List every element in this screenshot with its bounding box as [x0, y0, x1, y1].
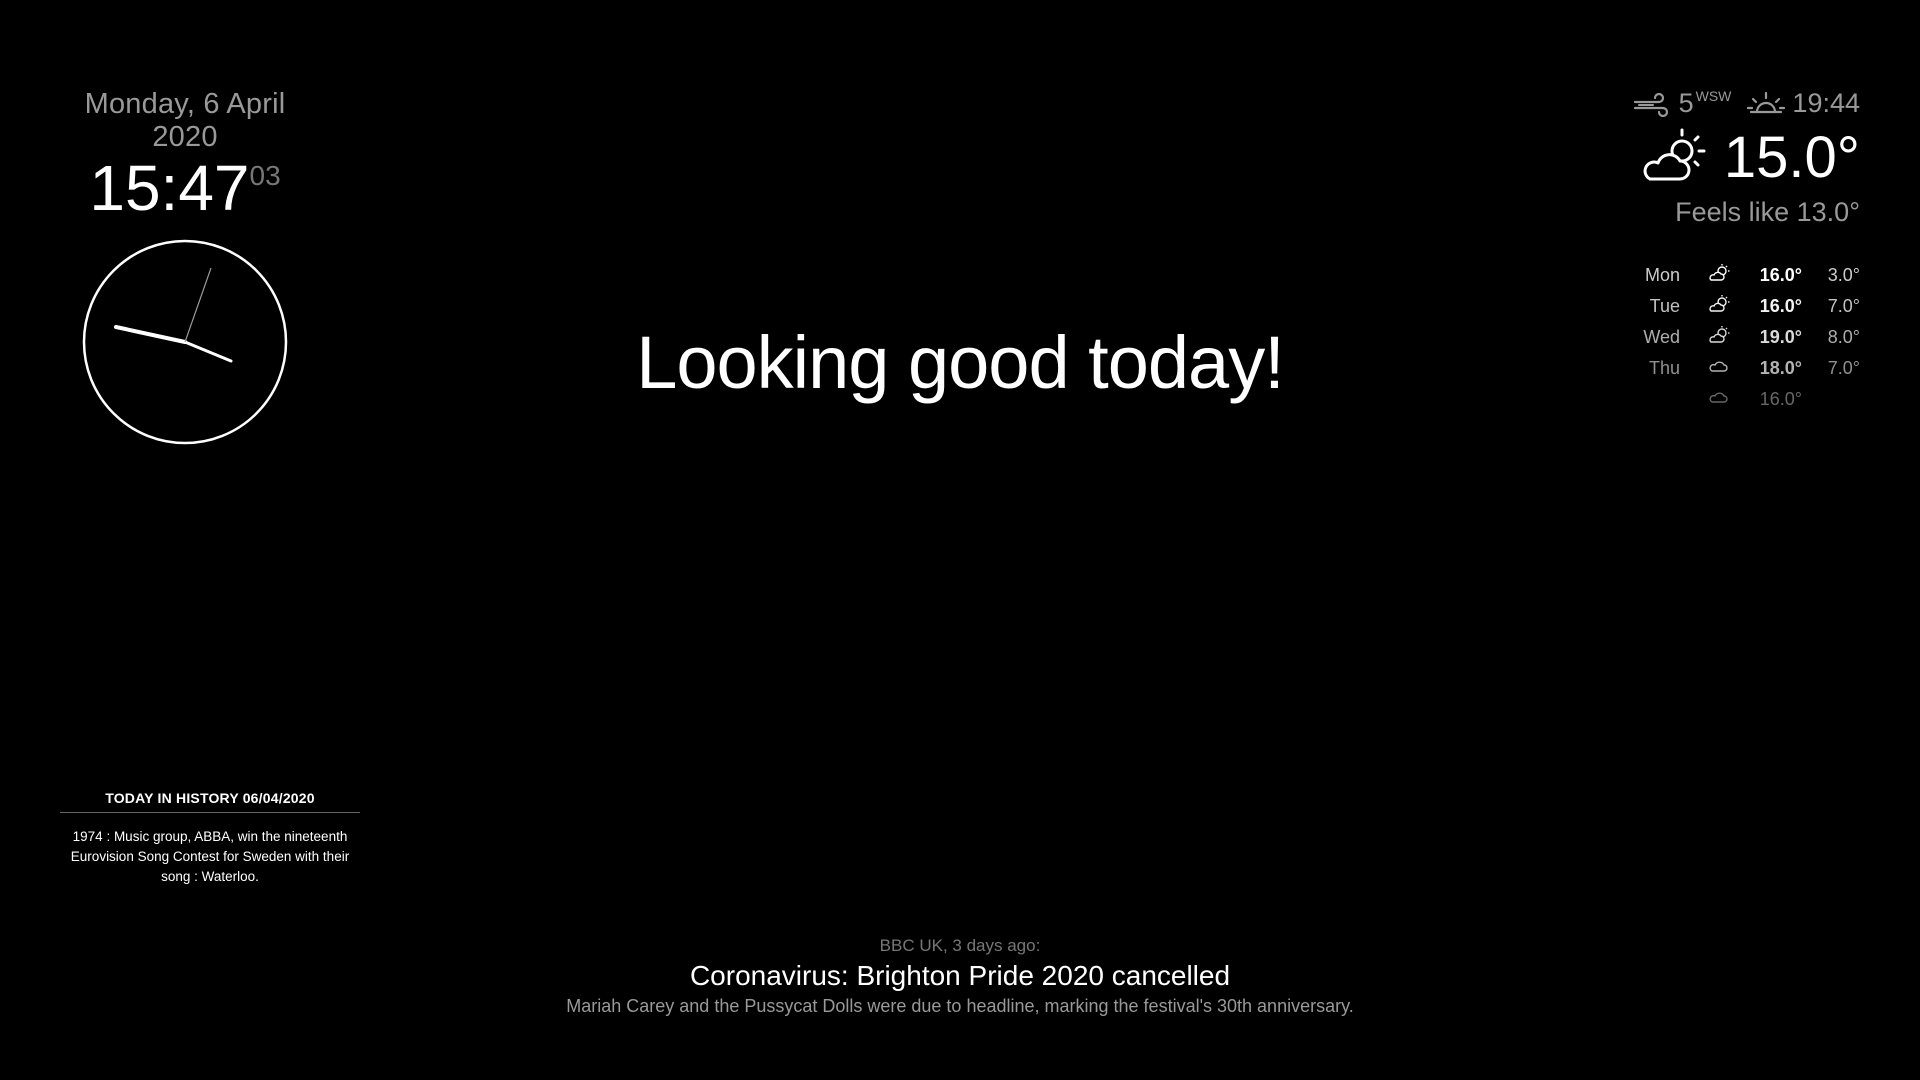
forecast-row: Mon 16.0° 3.0°	[1640, 260, 1860, 291]
current-weather: 5 WSW 19:44 15.0° Feels like 13.0°	[1600, 88, 1860, 228]
partly-cloudy-icon	[1694, 260, 1744, 291]
time-hours-minutes: 15:47	[89, 152, 250, 224]
wind-speed: 5	[1678, 88, 1694, 118]
magic-mirror-screen: Monday, 6 April 2020 15:4703 5 WSW 19:44…	[0, 0, 1920, 1080]
weather-top-row: 5 WSW 19:44	[1600, 88, 1860, 120]
forecast-min: 7.0°	[1827, 296, 1860, 316]
feels-like: Feels like 13.0°	[1675, 196, 1860, 227]
history-text: 1974 : Music group, ABBA, win the ninete…	[70, 829, 350, 884]
today-in-history: TODAY IN HISTORY 06/04/2020 1974 : Music…	[60, 790, 360, 887]
forecast-day: Mon	[1644, 265, 1680, 285]
history-header: TODAY IN HISTORY 06/04/2020	[60, 790, 360, 813]
wind-direction: WSW	[1695, 88, 1732, 104]
sunset-icon	[1746, 91, 1785, 113]
forecast-row: Tue 16.0° 7.0°	[1640, 291, 1860, 322]
forecast-min: 3.0°	[1827, 265, 1860, 285]
wind-icon	[1633, 92, 1669, 117]
news-feed: BBC UK, 3 days ago: Coronavirus: Brighto…	[0, 936, 1920, 1017]
news-source: BBC UK, 3 days ago:	[879, 936, 1041, 955]
sunset-time: 19:44	[1792, 88, 1860, 118]
news-headline: Coronavirus: Brighton Pride 2020 cancell…	[689, 960, 1231, 991]
current-temperature: 15.0°	[1723, 124, 1860, 190]
date-text: Monday, 6 April 2020	[84, 88, 286, 153]
weather-main-row: 15.0°	[1600, 124, 1860, 191]
compliment-text: Looking good today!	[636, 321, 1285, 404]
forecast-day: Tue	[1649, 296, 1680, 316]
forecast-max: 16.0°	[1759, 296, 1802, 316]
forecast-max: 16.0°	[1759, 265, 1802, 285]
partly-cloudy-day-icon	[1643, 128, 1706, 181]
time-seconds: 03	[249, 160, 281, 191]
digital-time: 15:4703	[60, 156, 310, 220]
news-description: Mariah Carey and the Pussycat Dolls were…	[566, 996, 1354, 1016]
partly-cloudy-icon	[1694, 291, 1744, 322]
